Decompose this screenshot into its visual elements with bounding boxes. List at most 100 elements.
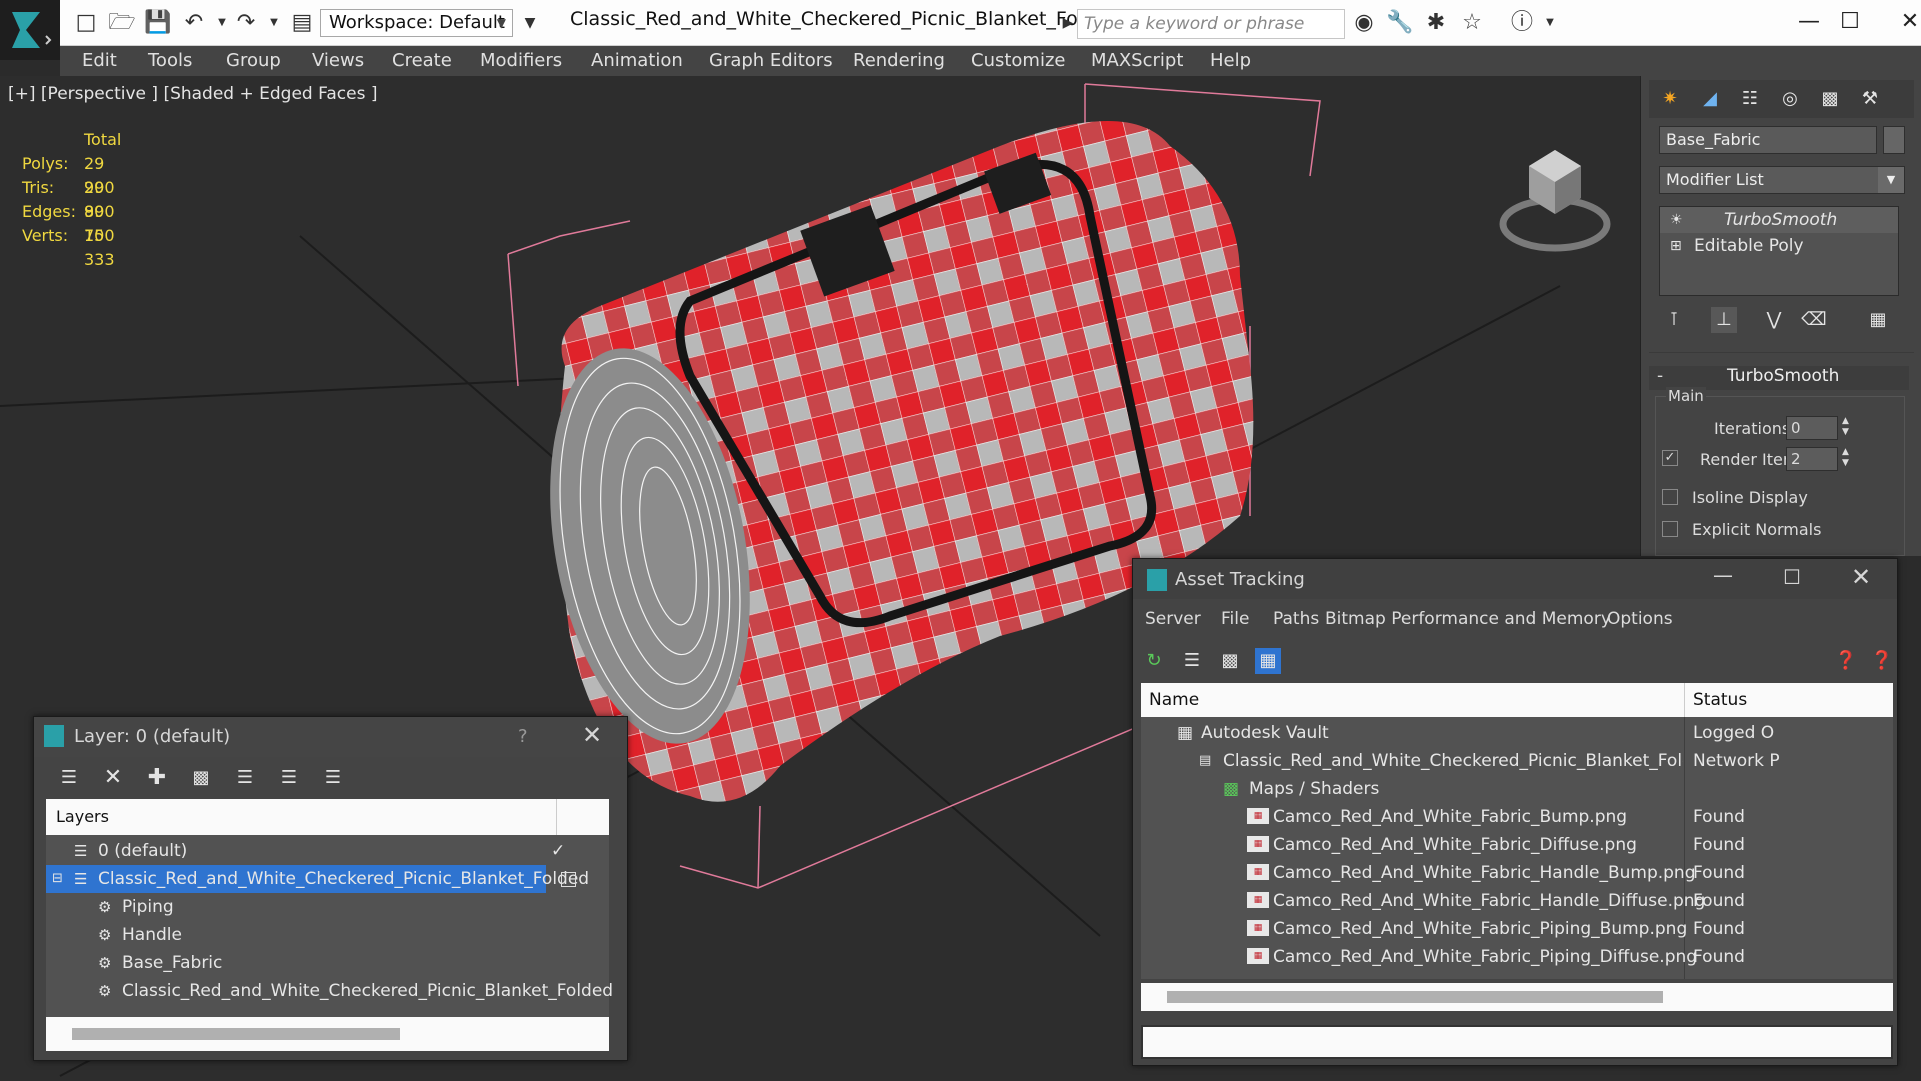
options-help-icon[interactable]: ❓ (1869, 648, 1895, 674)
asset-row-maps[interactable]: ▩ Maps / Shaders (1141, 775, 1893, 803)
display-tab-icon[interactable]: ▩ (1817, 86, 1843, 112)
delete-layer-icon[interactable]: ✕ (100, 765, 126, 791)
render-iters-checkbox[interactable]: ✓ (1662, 450, 1678, 466)
menu-modifiers[interactable]: Modifiers (480, 50, 562, 71)
menu-animation[interactable]: Animation (591, 50, 683, 71)
star-icon[interactable]: ☆ (1458, 10, 1486, 36)
asset-row-bitmap[interactable]: ▦ Camco_Red_And_White_Fabric_Diffuse.png… (1141, 831, 1893, 859)
show-end-result-icon[interactable]: ⊥ (1711, 307, 1737, 333)
maximize-icon[interactable]: ☐ (1783, 565, 1801, 589)
explicit-normals-checkbox[interactable] (1662, 521, 1678, 537)
project-folder-icon[interactable]: ▤ (288, 10, 316, 36)
menu-graph-editors[interactable]: Graph Editors (709, 50, 833, 71)
app-logo-icon[interactable] (0, 0, 60, 60)
asset-row-bitmap[interactable]: ▦ Camco_Red_And_White_Fabric_Bump.png Fo… (1141, 803, 1893, 831)
object-color-swatch[interactable] (1883, 126, 1905, 154)
layer-row-default[interactable]: ☰ 0 (default) ✓ (46, 837, 609, 865)
redo-dropdown-icon[interactable]: ▼ (260, 10, 288, 36)
current-layer-checkbox[interactable] (561, 872, 576, 887)
hide-all-icon[interactable]: ☰ (276, 765, 302, 791)
stack-item-editable-poly[interactable]: ⊞ Editable Poly (1660, 233, 1898, 259)
menu-bitmap-performance[interactable]: Bitmap Performance and Memory (1325, 609, 1611, 629)
vault-help-icon[interactable]: ❓ (1833, 648, 1859, 674)
pin-stack-icon[interactable]: ⊺ (1661, 307, 1687, 333)
open-file-icon[interactable]: 🗁 (108, 10, 136, 36)
list-view-icon[interactable]: ☰ (1179, 648, 1205, 674)
help-icon[interactable]: ⓘ (1508, 10, 1536, 36)
highlight-layer-icon[interactable]: ☰ (232, 765, 258, 791)
menu-edit[interactable]: Edit (82, 50, 117, 71)
save-icon[interactable]: 💾 (144, 10, 172, 36)
asset-row-bitmap[interactable]: ▦ Camco_Red_And_White_Fabric_Handle_Diff… (1141, 887, 1893, 915)
layer-row-blanket[interactable]: ⊟ ☰ Classic_Red_and_White_Checkered_Picn… (46, 865, 589, 893)
asset-row-vault[interactable]: ▦ Autodesk Vault Logged O (1141, 719, 1893, 747)
new-file-icon[interactable]: □ (72, 10, 100, 36)
remove-modifier-icon[interactable]: ⌫ (1801, 307, 1827, 333)
object-name-field[interactable]: Base_Fabric (1659, 126, 1877, 154)
lightbulb-icon[interactable]: ☀ (1670, 207, 1683, 233)
modify-tab-icon[interactable]: ◢ (1697, 86, 1723, 112)
table-view-icon[interactable]: ▦ (1255, 648, 1281, 674)
close-icon[interactable]: ✕ (1851, 563, 1871, 591)
motion-tab-icon[interactable]: ◎ (1777, 86, 1803, 112)
minimize-icon[interactable] (1790, 6, 1830, 38)
horizontal-scrollbar[interactable] (46, 1017, 609, 1051)
menu-help[interactable]: Help (1210, 50, 1251, 71)
menu-paths[interactable]: Paths (1273, 609, 1319, 629)
thumbnail-view-icon[interactable]: ▩ (1217, 648, 1243, 674)
asset-path-field[interactable] (1141, 1025, 1893, 1059)
asset-tracking-titlebar[interactable]: Asset Tracking — ☐ ✕ (1133, 559, 1897, 599)
asset-row-bitmap[interactable]: ▦ Camco_Red_And_White_Fabric_Piping_Bump… (1141, 915, 1893, 943)
render-iters-field[interactable]: 2 (1786, 447, 1838, 471)
viewport-label[interactable]: [+] [Perspective ] [Shaded + Edged Faces… (8, 84, 377, 104)
menu-rendering[interactable]: Rendering (853, 50, 945, 71)
isoline-checkbox[interactable] (1662, 489, 1678, 505)
stack-item-turbosmooth[interactable]: ☀ TurboSmooth (1660, 207, 1898, 233)
name-column-header[interactable]: Name (1149, 690, 1199, 710)
freeze-all-icon[interactable]: ☰ (320, 765, 346, 791)
workspace-dropdown[interactable]: Workspace: Default ▼ (320, 9, 513, 37)
connect-icon[interactable]: ✱ (1422, 10, 1450, 36)
layers-column-header[interactable]: Layers (56, 807, 109, 826)
new-layer-icon[interactable]: ☰ (56, 765, 82, 791)
menu-options[interactable]: Options (1607, 609, 1673, 629)
object-row-handle[interactable]: ⚙ Handle (46, 921, 609, 949)
maximize-icon[interactable]: ☐ (1830, 6, 1870, 38)
binoculars-icon[interactable]: ◉ (1350, 10, 1378, 36)
make-unique-icon[interactable]: ⋁ (1761, 307, 1787, 333)
object-row-base-fabric[interactable]: ⚙ Base_Fabric (46, 949, 609, 977)
redo-icon[interactable]: ↷ (232, 10, 260, 36)
asset-row-bitmap[interactable]: ▦ Camco_Red_And_White_Fabric_Piping_Diff… (1141, 943, 1893, 971)
close-icon[interactable]: ✕ (582, 721, 602, 749)
iterations-field[interactable]: 0 (1786, 416, 1838, 440)
object-row-blanket[interactable]: ⚙ Classic_Red_and_White_Checkered_Picnic… (46, 977, 613, 1005)
utilities-tab-icon[interactable]: ⚒ (1857, 86, 1883, 112)
menu-group[interactable]: Group (226, 50, 281, 71)
select-objects-icon[interactable]: ▩ (188, 765, 214, 791)
status-column-header[interactable]: Status (1693, 690, 1747, 710)
layer-dialog-titlebar[interactable]: Layer: 0 (default) ? ✕ (34, 717, 627, 757)
scrollbar-thumb[interactable] (1167, 991, 1663, 1003)
close-icon[interactable]: ✕ (1890, 6, 1921, 38)
refresh-icon[interactable]: ↻ (1141, 648, 1167, 674)
asset-row-bitmap[interactable]: ▦ Camco_Red_And_White_Fabric_Handle_Bump… (1141, 859, 1893, 887)
menu-maxscript[interactable]: MAXScript (1091, 50, 1183, 71)
menu-tools[interactable]: Tools (148, 50, 192, 71)
configure-sets-icon[interactable]: ▦ (1865, 307, 1891, 333)
undo-icon[interactable]: ↶ (180, 10, 208, 36)
asset-horizontal-scrollbar[interactable] (1141, 983, 1893, 1011)
iterations-spinner[interactable]: ▲ ▼ (1842, 416, 1849, 438)
render-iters-spinner[interactable]: ▲ ▼ (1842, 447, 1849, 469)
expand-plus-icon[interactable]: ⊞ (1670, 233, 1682, 259)
object-row-piping[interactable]: ⚙ Piping (46, 893, 609, 921)
menu-file[interactable]: File (1221, 609, 1249, 629)
menu-create[interactable]: Create (392, 50, 452, 71)
search-input[interactable]: Type a keyword or phrase (1077, 9, 1345, 39)
hierarchy-tab-icon[interactable]: ☷ (1737, 86, 1763, 112)
menu-views[interactable]: Views (312, 50, 364, 71)
modifier-list-dropdown[interactable]: Modifier List ▼ (1659, 166, 1905, 194)
scrollbar-thumb[interactable] (72, 1028, 400, 1040)
help-button[interactable]: ? (518, 726, 528, 747)
help-dropdown-icon[interactable]: ▼ (1536, 10, 1564, 36)
add-to-layer-icon[interactable]: ✚ (144, 765, 170, 791)
